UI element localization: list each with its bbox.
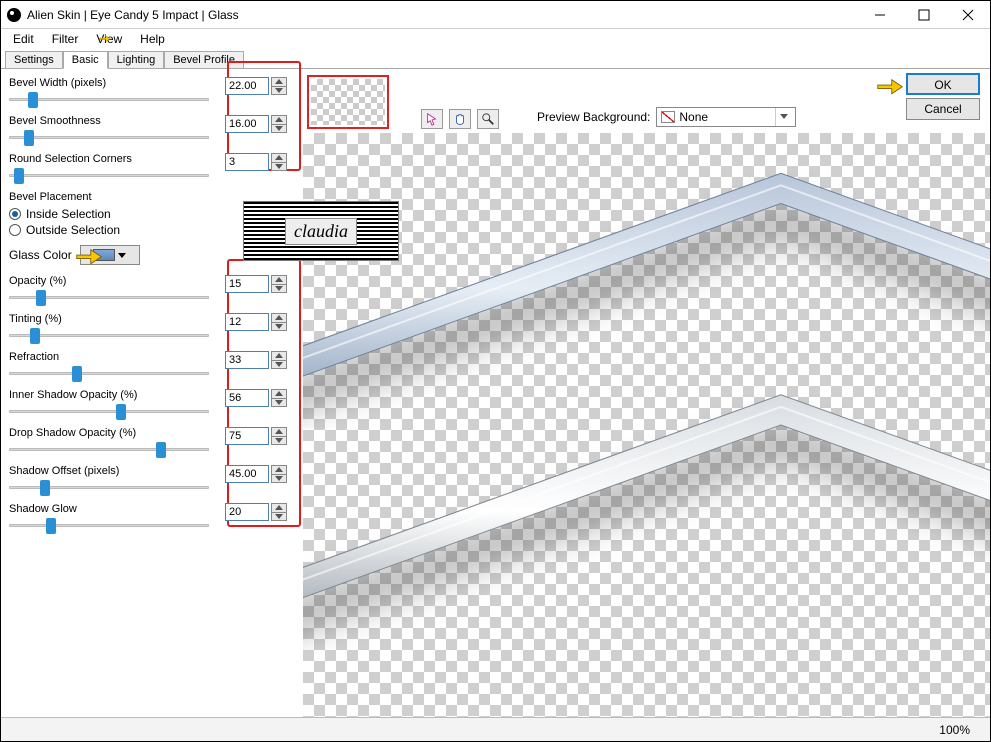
- opacity-input[interactable]: [225, 275, 269, 293]
- round-corners-input[interactable]: [225, 153, 269, 171]
- preview-canvas[interactable]: [303, 133, 990, 717]
- opacity-row: Opacity (%): [9, 275, 297, 307]
- round-corners-row: Round Selection Corners: [9, 153, 297, 185]
- bevel-smoothness-spinner[interactable]: [271, 115, 287, 133]
- drop-shadow-input[interactable]: [225, 427, 269, 445]
- drop-shadow-row: Drop Shadow Opacity (%): [9, 427, 297, 459]
- tab-basic[interactable]: Basic: [63, 51, 108, 69]
- tinting-input[interactable]: [225, 313, 269, 331]
- shadow-glow-spinner[interactable]: [271, 503, 287, 521]
- round-corners-slider[interactable]: [9, 167, 209, 185]
- zoom-level: 100%: [939, 723, 970, 737]
- titlebar: Alien Skin | Eye Candy 5 Impact | Glass: [1, 1, 990, 29]
- window-title: Alien Skin | Eye Candy 5 Impact | Glass: [27, 8, 858, 22]
- tinting-spinner[interactable]: [271, 313, 287, 331]
- app-icon: [7, 8, 21, 22]
- shadow-offset-input[interactable]: [225, 465, 269, 483]
- tabrow: Settings Basic Lighting Bevel Profile: [1, 49, 990, 69]
- pointer-annotation-color: [75, 244, 103, 266]
- menubar: Edit Filter View Help: [1, 29, 990, 49]
- shadow-offset-row: Shadow Offset (pixels): [9, 465, 297, 497]
- tab-settings[interactable]: Settings: [5, 51, 63, 68]
- drop-shadow-slider[interactable]: [9, 441, 209, 459]
- minimize-button[interactable]: [858, 1, 902, 29]
- statusbar: 100%: [1, 717, 990, 741]
- glass-color-label: Glass Color: [9, 248, 72, 262]
- refraction-input[interactable]: [225, 351, 269, 369]
- bevel-smoothness-slider[interactable]: [9, 129, 209, 147]
- ok-button[interactable]: OK: [906, 73, 980, 95]
- watermark: claudia: [243, 201, 399, 261]
- inner-shadow-input[interactable]: [225, 389, 269, 407]
- shadow-glow-input[interactable]: [225, 503, 269, 521]
- tinting-row: Tinting (%): [9, 313, 297, 345]
- refraction-row: Refraction: [9, 351, 297, 383]
- tab-bevel-profile[interactable]: Bevel Profile: [164, 51, 244, 68]
- preview-area: [303, 69, 990, 717]
- controls-panel: Bevel Width (pixels) Bevel Smoothness Ro…: [1, 69, 303, 717]
- inner-shadow-spinner[interactable]: [271, 389, 287, 407]
- tinting-slider[interactable]: [9, 327, 209, 345]
- refraction-spinner[interactable]: [271, 351, 287, 369]
- dialog-buttons: OK Cancel: [906, 73, 980, 120]
- shadow-offset-spinner[interactable]: [271, 465, 287, 483]
- glass-color-button[interactable]: [80, 245, 140, 265]
- glass-effect-preview: [303, 133, 990, 717]
- menu-filter[interactable]: Filter: [44, 30, 87, 48]
- bevel-width-row: Bevel Width (pixels): [9, 77, 297, 109]
- opacity-slider[interactable]: [9, 289, 209, 307]
- bevel-width-input[interactable]: [225, 77, 269, 95]
- bevel-width-slider[interactable]: [9, 91, 209, 109]
- bevel-width-spinner[interactable]: [271, 77, 287, 95]
- shadow-glow-row: Shadow Glow: [9, 503, 297, 535]
- tab-lighting[interactable]: Lighting: [108, 51, 165, 68]
- bevel-smoothness-input[interactable]: [225, 115, 269, 133]
- inner-shadow-row: Inner Shadow Opacity (%): [9, 389, 297, 421]
- round-corners-spinner[interactable]: [271, 153, 287, 171]
- maximize-button[interactable]: [902, 1, 946, 29]
- chevron-down-icon: [118, 253, 126, 258]
- cancel-button[interactable]: Cancel: [906, 98, 980, 120]
- pointer-annotation-menu: [91, 27, 119, 49]
- menu-help[interactable]: Help: [132, 30, 173, 48]
- close-button[interactable]: [946, 1, 990, 29]
- refraction-slider[interactable]: [9, 365, 209, 383]
- bevel-smoothness-row: Bevel Smoothness: [9, 115, 297, 147]
- inner-shadow-slider[interactable]: [9, 403, 209, 421]
- drop-shadow-spinner[interactable]: [271, 427, 287, 445]
- shadow-offset-slider[interactable]: [9, 479, 209, 497]
- watermark-text: claudia: [285, 218, 357, 245]
- pointer-annotation-ok: [876, 74, 904, 96]
- menu-edit[interactable]: Edit: [5, 30, 42, 48]
- shadow-glow-slider[interactable]: [9, 517, 209, 535]
- opacity-spinner[interactable]: [271, 275, 287, 293]
